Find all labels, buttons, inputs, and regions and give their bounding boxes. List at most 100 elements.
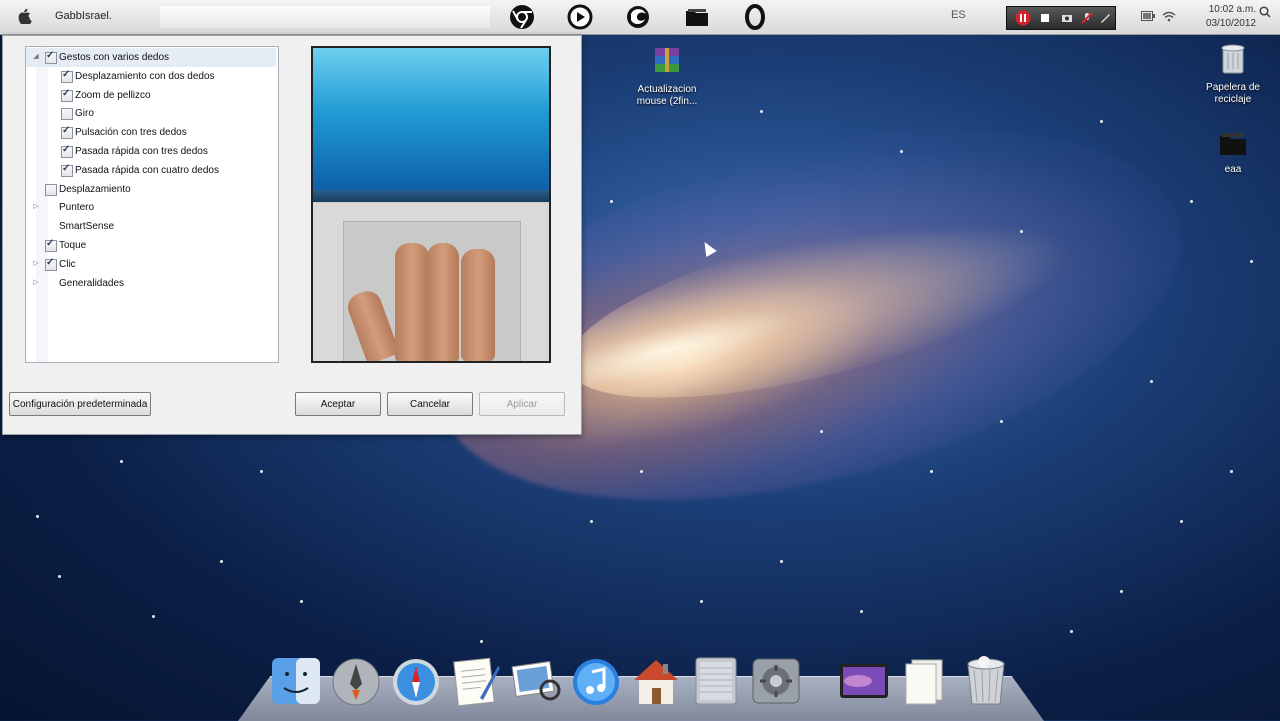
firefox-icon[interactable] — [625, 4, 651, 30]
checkbox[interactable] — [61, 163, 73, 177]
checkbox[interactable] — [45, 183, 57, 196]
expand-closed-icon[interactable]: ▷ — [32, 260, 40, 268]
star — [640, 470, 643, 473]
tree-item[interactable]: ▷ Puntero — [26, 198, 276, 217]
expand-open-icon[interactable]: ◢ — [32, 53, 40, 61]
tree-item[interactable]: ▷ Clic — [26, 255, 276, 274]
tree-item[interactable]: Desplazamiento — [26, 180, 276, 199]
checkbox[interactable] — [61, 69, 73, 83]
media-player-icon[interactable] — [567, 4, 593, 30]
star — [700, 600, 703, 603]
photo-booth-icon[interactable] — [838, 654, 890, 706]
expand-closed-icon[interactable]: ▷ — [32, 203, 40, 211]
star — [1190, 200, 1193, 203]
checkbox[interactable] — [61, 144, 73, 158]
cancel-button[interactable]: Cancelar — [387, 392, 473, 416]
folder-icon — [1220, 133, 1246, 155]
star — [1180, 520, 1183, 523]
star — [260, 470, 263, 473]
checkbox[interactable] — [61, 88, 73, 102]
restore-defaults-button[interactable]: Configuración predeterminada — [9, 392, 151, 416]
desktop-icon-label: Actualizacion — [637, 84, 697, 95]
document-icon[interactable] — [898, 654, 950, 706]
mac-pro-icon[interactable] — [690, 654, 742, 706]
tree-item[interactable]: SmartSense — [26, 217, 276, 236]
star — [300, 600, 303, 603]
star — [900, 150, 903, 153]
star — [590, 520, 593, 523]
trash-icon[interactable] — [960, 654, 1012, 706]
finder-icon[interactable] — [270, 654, 322, 706]
tree-item-label: Toque — [59, 240, 87, 251]
checkbox[interactable] — [61, 108, 73, 121]
mic-muted-icon[interactable] — [1079, 10, 1095, 26]
star — [1100, 120, 1103, 123]
star — [58, 575, 61, 578]
wifi-icon[interactable] — [1162, 11, 1176, 22]
language-indicator[interactable]: ES — [951, 9, 966, 21]
checkbox[interactable] — [45, 50, 57, 64]
tree-item-label: Pulsación con tres dedos — [75, 127, 187, 139]
textedit-icon[interactable] — [450, 654, 502, 706]
desktop-icon-folder[interactable]: eaa — [1206, 132, 1260, 176]
star — [152, 615, 155, 618]
checkbox[interactable] — [45, 238, 57, 252]
expand-closed-icon[interactable]: ▷ — [32, 279, 40, 287]
star — [1120, 590, 1123, 593]
accept-button[interactable]: Aceptar — [295, 392, 381, 416]
stop-icon[interactable] — [1037, 10, 1053, 26]
recorder-toolbar — [1006, 6, 1116, 30]
desktop-icon-recycle-bin[interactable]: Papelera de reciclaje — [1198, 42, 1268, 106]
iphoto-icon[interactable] — [510, 654, 562, 706]
battery-icon[interactable] — [1141, 11, 1155, 21]
tree-item[interactable]: Pasada rápida con cuatro dedos — [26, 161, 276, 180]
tree-item[interactable]: Pasada rápida con tres dedos — [26, 142, 276, 161]
chrome-icon[interactable] — [509, 4, 535, 30]
gesture-tree: ? ◢Gestos con varios dedosDesplazamiento… — [25, 46, 279, 363]
checkbox[interactable] — [61, 125, 73, 140]
tree-item[interactable]: Desplazamiento con dos dedos — [26, 67, 276, 86]
checkbox[interactable] — [45, 257, 57, 271]
launchpad-icon[interactable] — [330, 654, 382, 706]
safari-icon[interactable] — [390, 654, 442, 706]
tree-item-label: Giro — [75, 108, 94, 120]
preview-desktop — [313, 48, 549, 191]
finger — [395, 243, 429, 361]
tree-item[interactable]: ◢ Gestos con varios dedos — [26, 48, 276, 67]
star — [1230, 470, 1233, 473]
clock-date: 03/10/2012 — [1205, 18, 1256, 29]
tree-item[interactable]: Toque — [26, 236, 276, 255]
star — [860, 610, 863, 613]
desktop-icon-winrar-archive[interactable]: Actualizacion mouse (2fin... — [630, 46, 704, 108]
tree-item[interactable]: Pulsación con tres dedos — [26, 123, 276, 142]
system-preferences-icon[interactable] — [750, 654, 802, 706]
star — [760, 110, 763, 113]
pause-icon[interactable] — [1015, 10, 1031, 26]
winrar-archive-icon — [655, 48, 679, 72]
apply-button[interactable]: Aplicar — [479, 392, 565, 416]
menu-bar: GabbIsrael. ES 10:02 a.m. 03/10/2012 — [0, 0, 1280, 35]
opera-icon[interactable] — [742, 4, 768, 30]
tree-item-label: Clic — [59, 258, 76, 270]
tree-item[interactable]: ▷ Generalidades — [26, 274, 276, 293]
apple-icon[interactable] — [18, 8, 32, 24]
folder-icon[interactable] — [684, 4, 710, 30]
camera-icon[interactable] — [1059, 10, 1075, 26]
tree-item-label: Desplazamiento con dos dedos — [75, 70, 215, 82]
search-icon[interactable] — [1259, 6, 1271, 18]
tree-item-label: Generalidades — [59, 277, 125, 289]
home-icon[interactable] — [630, 654, 682, 706]
itunes-icon[interactable] — [570, 654, 622, 706]
star — [1250, 260, 1253, 263]
star — [480, 640, 483, 643]
star — [820, 430, 823, 433]
finger — [461, 249, 495, 361]
preview-taskbar — [313, 190, 549, 202]
clock[interactable]: 10:02 a.m. 03/10/2012 — [1196, 3, 1256, 31]
tree-item[interactable]: Zoom de pellizco — [26, 86, 276, 105]
tree-item[interactable]: Giro — [26, 104, 276, 123]
star — [220, 560, 223, 563]
draw-pencil-icon[interactable] — [1097, 10, 1113, 26]
user-name[interactable]: GabbIsrael. — [55, 10, 112, 22]
menubar-blank-area — [160, 6, 490, 28]
